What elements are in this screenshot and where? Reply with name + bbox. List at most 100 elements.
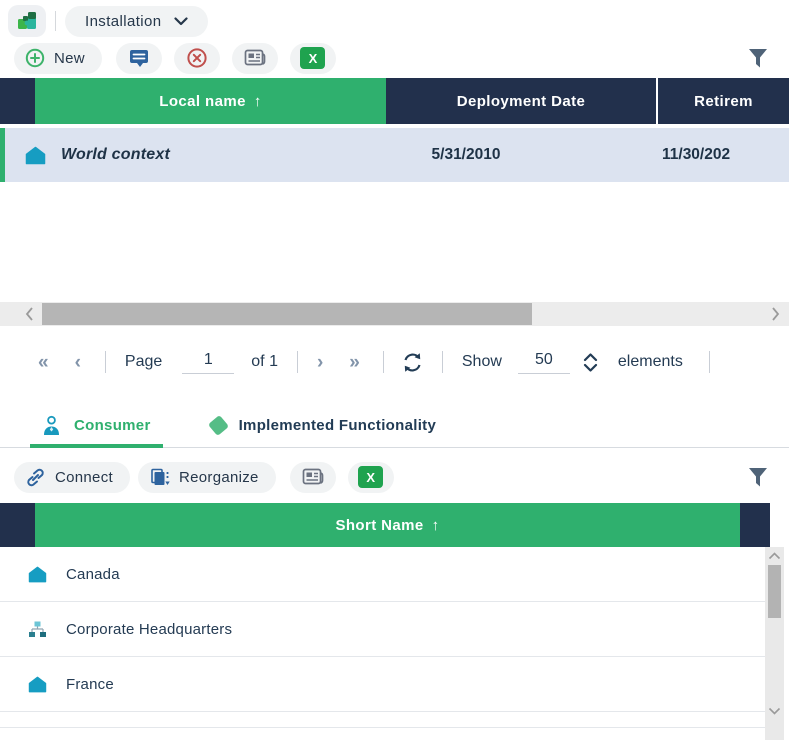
divider	[442, 351, 443, 373]
diamond-icon	[208, 415, 229, 436]
table-row-partial	[0, 712, 765, 728]
reorganize-icon	[149, 467, 170, 488]
short-name-cell: Corporate Headquarters	[66, 621, 232, 638]
show-label: Show	[462, 353, 502, 371]
column-label: Short Name	[335, 517, 423, 534]
report-button[interactable]	[232, 43, 278, 74]
circle-x-icon	[186, 47, 208, 69]
divider	[297, 351, 298, 373]
sort-asc-icon: ↑	[432, 517, 440, 534]
prev-page-button[interactable]: ‹	[75, 353, 81, 372]
workspace-dropdown-label: Installation	[85, 13, 162, 30]
site-icon	[28, 676, 47, 693]
page-number-input[interactable]: 1	[182, 351, 234, 374]
comment-button[interactable]	[116, 43, 162, 74]
sort-asc-icon: ↑	[254, 93, 262, 110]
top-bar: Installation	[8, 4, 781, 38]
filter-button[interactable]	[741, 43, 775, 74]
row-handle-column	[0, 503, 35, 547]
horizontal-scrollbar-thumb[interactable]	[42, 303, 532, 325]
tab-label: Consumer	[74, 417, 151, 434]
tab-implemented-functionality[interactable]: Implemented Functionality	[199, 404, 449, 447]
column-header-short-name[interactable]: Short Name ↑	[35, 503, 740, 547]
reorganize-button[interactable]: Reorganize	[138, 462, 276, 493]
scroll-right-icon[interactable]	[767, 306, 783, 322]
table-row-corporate-headquarters[interactable]: Corporate Headquarters	[0, 602, 765, 657]
tab-label: Implemented Functionality	[239, 417, 437, 434]
scroll-up-icon[interactable]	[767, 549, 782, 564]
excel-export-button[interactable]: X	[348, 462, 394, 493]
installation-table-header: Local name ↑ Deployment Date Retirem	[0, 78, 789, 124]
pagination-bar: « ‹ Page 1 of 1 › » Show 50 elements	[0, 340, 789, 384]
horizontal-scrollbar[interactable]	[0, 302, 789, 326]
excel-icon: X	[358, 466, 383, 488]
next-page-button[interactable]: ›	[317, 353, 323, 372]
divider	[709, 351, 710, 373]
vertical-scrollbar-thumb[interactable]	[768, 565, 781, 618]
app-logo[interactable]	[8, 5, 46, 37]
selected-row-accent	[0, 128, 5, 182]
chevron-down-icon	[583, 363, 598, 372]
short-name-cell: France	[66, 676, 114, 693]
scroll-left-icon[interactable]	[22, 306, 38, 322]
cancel-button[interactable]	[174, 43, 220, 74]
page-label: Page	[125, 353, 162, 371]
elements-label: elements	[618, 353, 683, 371]
column-header-retirement-date[interactable]: Retirem	[656, 78, 789, 124]
detail-tabs: Consumer Implemented Functionality	[0, 404, 789, 448]
table-row-world-context[interactable]: World context 5/31/2010 11/30/202	[0, 128, 789, 182]
divider	[55, 11, 56, 31]
table-row-canada[interactable]: Canada	[0, 547, 765, 602]
divider	[383, 351, 384, 373]
column-label: Local name	[159, 93, 246, 110]
vertical-scrollbar[interactable]	[765, 547, 784, 740]
report-button[interactable]	[290, 462, 336, 493]
site-icon	[25, 146, 46, 165]
filter-icon	[747, 466, 769, 489]
site-icon	[28, 566, 47, 583]
divider	[105, 351, 106, 373]
consumer-table-header: Short Name ↑	[0, 503, 770, 547]
org-chart-icon	[28, 620, 47, 638]
last-page-button[interactable]: »	[349, 353, 360, 372]
column-header-local-name[interactable]: Local name ↑	[35, 78, 386, 124]
installation-toolbar: New X	[14, 42, 775, 74]
scroll-down-icon[interactable]	[767, 703, 782, 718]
chevron-up-icon	[583, 353, 598, 362]
local-name-cell: World context	[61, 146, 170, 164]
refresh-icon	[401, 351, 424, 374]
refresh-button[interactable]	[401, 351, 424, 374]
short-name-cell: Canada	[66, 566, 120, 583]
workspace-dropdown[interactable]: Installation	[65, 6, 208, 37]
page-count-label: of 1	[251, 353, 278, 371]
page-size-input[interactable]: 50	[518, 351, 570, 374]
filter-button[interactable]	[741, 462, 775, 493]
consumer-table-body: Canada Corporate Headquarters France	[0, 547, 765, 728]
column-label: Deployment Date	[457, 93, 586, 110]
column-header-deployment-date[interactable]: Deployment Date	[386, 78, 656, 124]
consumer-toolbar: Connect Reorganize X	[14, 460, 775, 494]
page-size-stepper[interactable]	[583, 353, 598, 372]
chain-link-icon	[25, 467, 46, 488]
person-icon	[42, 415, 61, 436]
connect-button-label: Connect	[55, 469, 113, 486]
table-row-france[interactable]: France	[0, 657, 765, 712]
filter-icon	[747, 47, 769, 70]
comment-icon	[128, 48, 150, 69]
connect-button[interactable]: Connect	[14, 462, 130, 493]
puzzle-icon	[15, 9, 39, 33]
chevron-down-icon	[174, 17, 188, 26]
new-button[interactable]: New	[14, 43, 102, 74]
excel-export-button[interactable]: X	[290, 43, 336, 74]
newspaper-icon	[302, 467, 324, 487]
deployment-date-cell: 5/31/2010	[406, 146, 526, 164]
column-label: Retirem	[694, 93, 753, 110]
newspaper-icon	[244, 48, 266, 68]
tab-consumer[interactable]: Consumer	[30, 404, 163, 447]
plus-circle-icon	[25, 48, 45, 68]
header-spacer	[740, 503, 770, 547]
excel-icon: X	[300, 47, 325, 69]
first-page-button[interactable]: «	[38, 353, 49, 372]
reorganize-button-label: Reorganize	[179, 469, 259, 486]
row-handle-column	[0, 78, 35, 124]
